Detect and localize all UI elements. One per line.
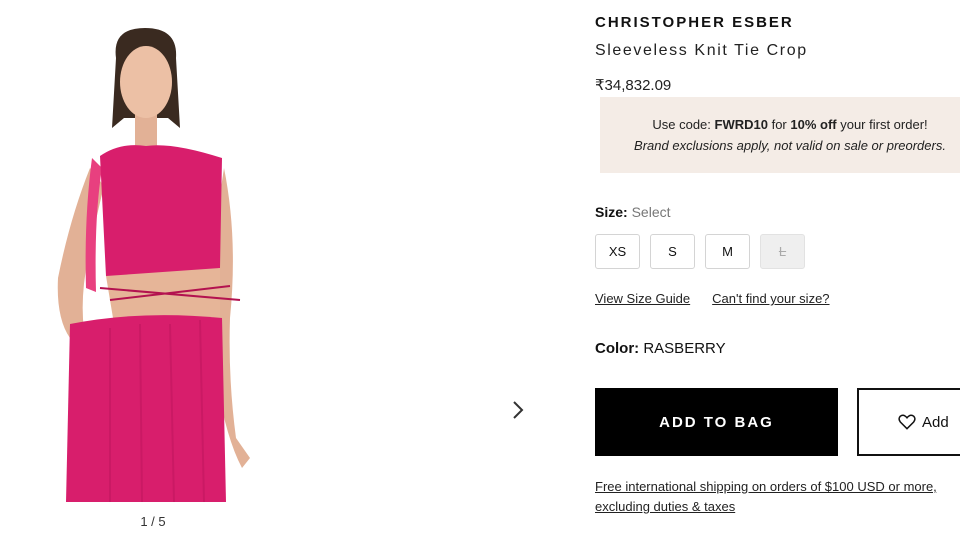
size-guide-link[interactable]: View Size Guide: [595, 291, 690, 306]
size-options: XS S M L: [595, 234, 805, 269]
brand-name[interactable]: CHRISTOPHER ESBER: [595, 14, 794, 31]
product-name: Sleeveless Knit Tie Crop: [595, 42, 808, 59]
cant-find-size-link[interactable]: Can't find your size?: [712, 291, 829, 306]
product-gallery: 1 / 5: [0, 0, 560, 540]
size-option-s[interactable]: S: [650, 234, 695, 269]
heart-icon: [898, 414, 916, 430]
size-label: Size: Select: [595, 204, 671, 220]
size-option-m[interactable]: M: [705, 234, 750, 269]
add-to-wishlist-button[interactable]: Add: [857, 388, 960, 456]
product-info: CHRISTOPHER ESBER Sleeveless Knit Tie Cr…: [595, 0, 960, 540]
product-image[interactable]: [40, 18, 280, 502]
size-option-l[interactable]: L: [760, 234, 805, 269]
promo-discount: 10% off: [790, 117, 837, 132]
size-selected-value: Select: [631, 204, 671, 220]
color-value: RASBERRY: [643, 340, 726, 357]
shipping-info-link[interactable]: Free international shipping on orders of…: [595, 477, 960, 517]
promo-line: Use code: FWRD10 for 10% off your first …: [652, 117, 928, 132]
image-counter: 1 / 5: [140, 514, 166, 529]
size-option-xs[interactable]: XS: [595, 234, 640, 269]
promo-banner: Use code: FWRD10 for 10% off your first …: [600, 97, 960, 173]
wishlist-label: Add: [922, 413, 949, 431]
chevron-right-icon[interactable]: [506, 398, 530, 422]
size-links: View Size Guide Can't find your size?: [595, 291, 830, 306]
add-to-bag-button[interactable]: ADD TO BAG: [595, 388, 838, 456]
product-price: ₹34,832.09: [595, 77, 672, 94]
color-info: Color: RASBERRY: [595, 340, 726, 357]
promo-note: Brand exclusions apply, not valid on sal…: [634, 138, 946, 153]
promo-code: FWRD10: [714, 117, 768, 132]
